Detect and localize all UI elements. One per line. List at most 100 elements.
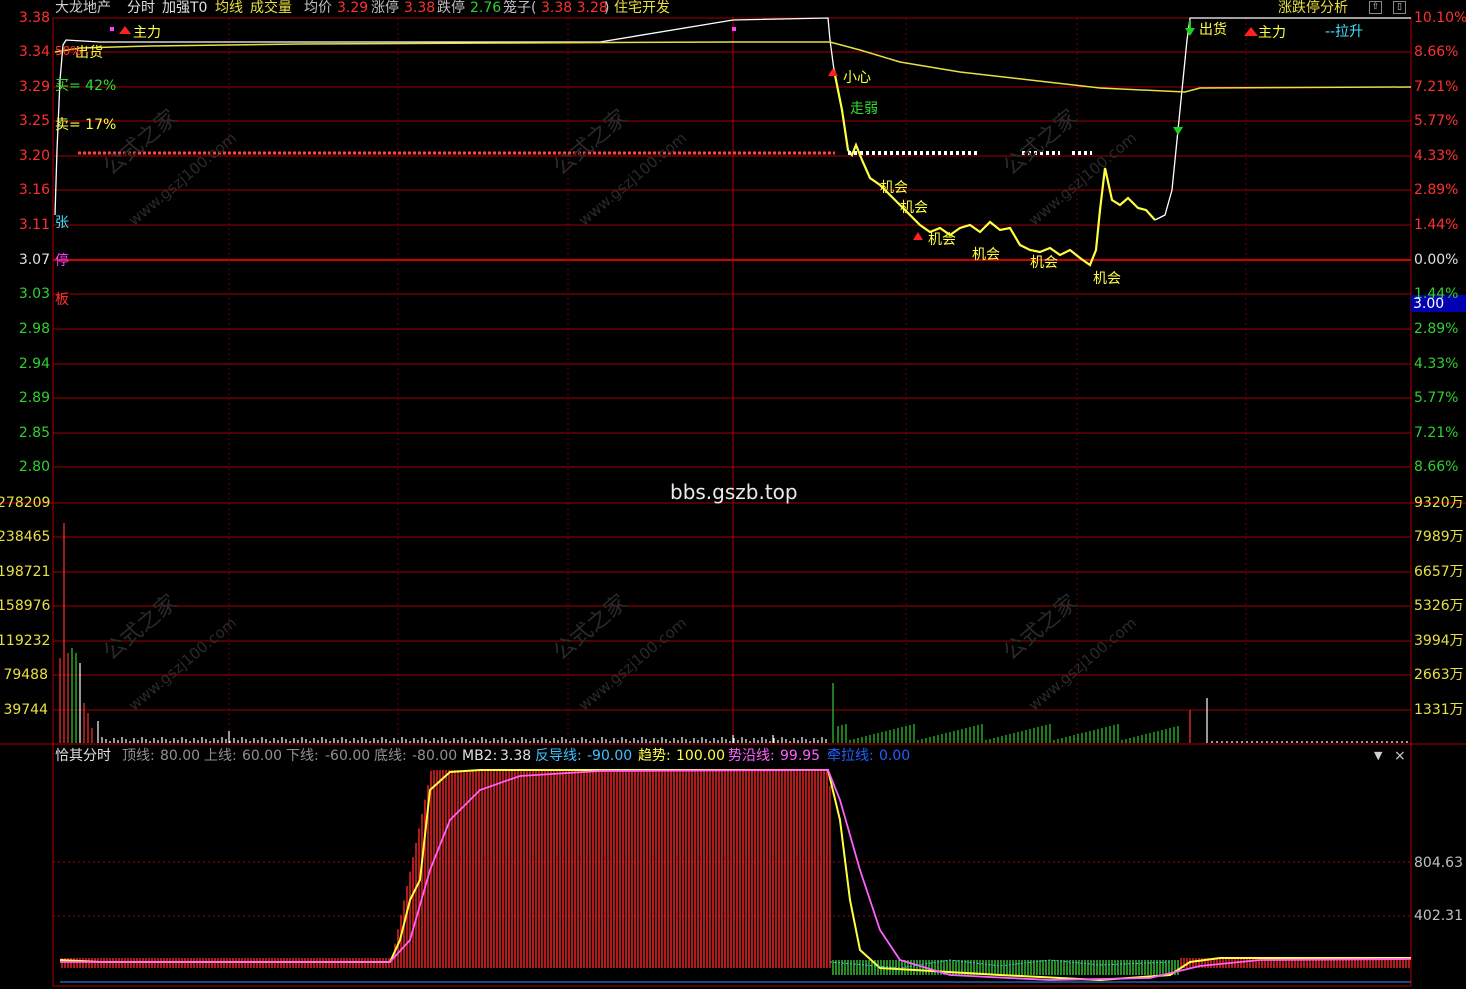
grid-lines [53,17,1411,917]
cage-values: 3.38 3.28 [541,0,608,16]
axis-label: 9320万 [1414,495,1464,511]
vertical-grid [228,18,1247,744]
axis-label: 119232 [0,633,51,649]
axis-label: 3.25 [18,113,50,129]
axis-label: 10.10% [1414,10,1466,26]
upper-line-value: 60.00 [242,748,283,764]
axis-label: 198721 [0,564,51,580]
indicator-name[interactable]: 恰其分时 [55,748,111,764]
limit-up-value: 3.38 [404,0,436,16]
limit-down-label: 跌停 [437,0,465,16]
axis-label: 5326万 [1414,598,1464,614]
pink-marker [732,27,736,31]
axis-label: 3.03 [18,286,50,302]
axis-label: 1.44% [1414,217,1459,233]
axis-label: 3994万 [1414,633,1464,649]
chance-label: 机会 [880,180,908,196]
axis-label: 7989万 [1414,529,1464,545]
close-icon[interactable]: × [1394,748,1406,764]
weak-label: 走弱 [850,101,878,117]
chuhuo-pct: 50% [55,44,82,58]
axis-label: 7.21% [1414,425,1459,441]
indicator-axis-804: 804.63 [1414,855,1463,871]
chance-label: 机会 [972,247,1000,263]
enhance-label[interactable]: 加强T0 [162,0,207,16]
limit-up-label: 涨停 [371,0,399,16]
guide-label: 反导线: [535,748,582,764]
guide-value: -90.00 [587,748,633,764]
mb2-label: MB2: [462,748,498,764]
ting-label: 停 [55,253,69,269]
ban-label: 板 [55,292,69,308]
sell-ratio: 卖= 17% [55,117,117,133]
expand-icon[interactable]: ⇧ [1369,1,1382,14]
up-arrow-icon [913,232,923,240]
axis-label: 3.16 [18,182,50,198]
buy-ratio: 买= 42% [55,78,117,94]
axis-label: 6657万 [1414,564,1464,580]
price-highlight: 3.00 [1413,296,1445,312]
main-force-label: 主力 [1258,25,1286,41]
zhang-label: 张 [55,215,69,231]
bottom-line-value: -80.00 [412,748,458,764]
avg-price-value: 3.29 [337,0,369,16]
axis-label: 8.66% [1414,44,1459,60]
axis-label: 278209 [0,495,51,511]
axis-label: 0.00% [1414,252,1459,268]
dropdown-icon[interactable]: ▼ [1374,748,1382,764]
zhuli-label: 主力 [133,25,161,41]
chance-label: 机会 [1093,271,1121,287]
site-watermark: bbs.gszb.top [670,480,798,504]
upper-line-label: 上线: [204,748,237,764]
axis-label: 3.38 [18,10,50,26]
axis-label: 158976 [0,598,51,614]
top-line-label: 顶线: [122,748,155,764]
top-line-value: 80.00 [160,748,201,764]
up-triangle-icon [119,26,131,34]
sector-label[interactable]: 住宅开发 [614,0,670,16]
edge-line [60,769,1412,981]
cage-close: ) [604,0,610,16]
chance-label: 机会 [928,232,956,248]
chance-label: 机会 [1030,255,1058,271]
axis-label: 2.89 [18,390,50,406]
rise-label: --拉升 [1325,24,1364,40]
pull-value: 0.00 [879,748,911,764]
axis-label: 2663万 [1414,667,1464,683]
lower-line-value: -60.00 [325,748,371,764]
stock-name[interactable]: 大龙地产 [55,0,111,16]
axis-label: 2.80 [18,459,50,475]
axis-label: 39744 [3,702,48,718]
trend-label: 趋势: [638,748,671,764]
avg-price-label: 均价 [304,0,332,16]
lower-line-label: 下线: [286,748,319,764]
avg-line-label: 均线 [215,0,243,16]
up-arrow-icon [828,68,838,76]
sell-out-label: 出货 [1199,22,1227,38]
chance-label: 机会 [900,200,928,216]
layout-icon[interactable]: ▯ [1393,1,1406,14]
volume-label: 成交量 [250,0,292,16]
caution-label: 小心 [843,70,871,86]
down-arrow-icon [1173,127,1183,135]
limit-down-value: 2.76 [470,0,502,16]
axis-label: 79488 [3,667,48,683]
axis-label: 3.34 [18,44,50,60]
axis-label: 2.98 [18,321,50,337]
mb2-value: 3.38 [500,748,532,764]
axis-label: 3.11 [18,217,50,233]
axis-label: 2.94 [18,356,50,372]
indicator-bars [61,770,1410,975]
axis-label: 4.33% [1414,356,1459,372]
trend-line [59,769,1411,982]
bottom-line-label: 底线: [374,748,407,764]
axis-label: 2.85 [18,425,50,441]
analysis-title[interactable]: 涨跌停分析 [1278,0,1348,16]
edge-value: 99.95 [780,748,821,764]
axis-label: 1331万 [1414,702,1464,718]
mode-label[interactable]: 分时 [127,0,155,16]
pull-label: 牵拉线: [827,748,874,764]
axis-label: 2.89% [1414,182,1459,198]
pink-marker [110,27,114,31]
axis-label: 7.21% [1414,79,1459,95]
